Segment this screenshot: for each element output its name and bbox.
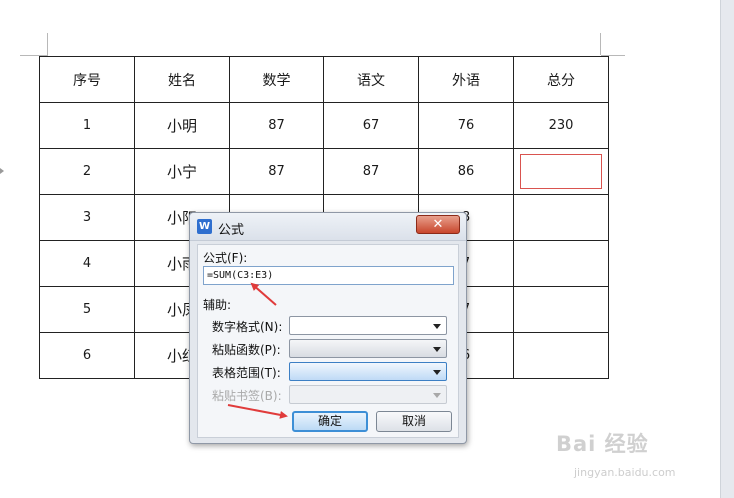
close-button[interactable]: ✕: [416, 215, 460, 234]
dialog-title: 公式: [218, 223, 245, 238]
ok-button[interactable]: 确定: [292, 411, 368, 432]
table-cell[interactable]: [513, 240, 609, 287]
table-cell[interactable]: 小宁: [134, 148, 230, 195]
table-cell[interactable]: 87: [323, 148, 419, 195]
paste-function-select[interactable]: [289, 339, 447, 358]
table-row: 2 小宁 87 87 86: [39, 148, 609, 195]
header-cell[interactable]: 外语: [418, 56, 514, 103]
paste-bookmark-label: 粘贴书签(B):: [212, 389, 282, 403]
dropdown-arrow-icon: [433, 347, 441, 352]
page-corner-mark-left-v: [47, 33, 48, 55]
table-cell[interactable]: 5: [39, 286, 135, 333]
cancel-button[interactable]: 取消: [376, 411, 452, 432]
table-cell[interactable]: 3: [39, 194, 135, 241]
watermark-url: jingyan.baidu.com: [574, 466, 676, 479]
number-format-select[interactable]: [289, 316, 447, 335]
dialog-body: 公式(F): =SUM(C3:E3) 辅助: 数字格式(N): 粘贴函数(P):…: [197, 244, 459, 438]
table-range-select[interactable]: [289, 362, 447, 381]
watermark-logo: Bai 经验: [556, 432, 649, 456]
total-cell-active[interactable]: [513, 148, 609, 195]
formula-input[interactable]: =SUM(C3:E3): [203, 266, 454, 285]
active-cell-highlight: [520, 154, 602, 189]
table-cell[interactable]: 230: [513, 102, 609, 149]
table-cell[interactable]: 小明: [134, 102, 230, 149]
header-cell[interactable]: 数学: [229, 56, 324, 103]
table-cell[interactable]: 6: [39, 332, 135, 379]
dropdown-arrow-icon: [433, 370, 441, 375]
row-marker-icon: [0, 168, 4, 174]
table-cell[interactable]: 87: [229, 148, 324, 195]
formula-label: 公式(F):: [203, 251, 248, 265]
table-cell[interactable]: 4: [39, 240, 135, 287]
dialog-titlebar[interactable]: W 公式 ✕: [190, 213, 466, 241]
paste-bookmark-select: [289, 385, 447, 404]
table-cell[interactable]: 1: [39, 102, 135, 149]
table-cell[interactable]: [513, 286, 609, 333]
table-cell[interactable]: 2: [39, 148, 135, 195]
table-header-row: 序号 姓名 数学 语文 外语 总分: [39, 56, 609, 103]
formula-dialog: W 公式 ✕ 公式(F): =SUM(C3:E3) 辅助: 数字格式(N): 粘…: [189, 212, 467, 444]
number-format-label: 数字格式(N):: [212, 320, 283, 334]
dropdown-arrow-icon: [433, 393, 441, 398]
paste-function-label: 粘贴函数(P):: [212, 343, 281, 357]
header-cell[interactable]: 总分: [513, 56, 609, 103]
table-cell[interactable]: 76: [418, 102, 514, 149]
wps-writer-icon: W: [197, 219, 212, 234]
header-cell[interactable]: 姓名: [134, 56, 230, 103]
table-cell[interactable]: 87: [229, 102, 324, 149]
aux-label: 辅助:: [203, 298, 232, 312]
table-range-label: 表格范围(T):: [212, 366, 281, 380]
dropdown-arrow-icon: [433, 324, 441, 329]
table-cell[interactable]: 67: [323, 102, 419, 149]
header-cell[interactable]: 语文: [323, 56, 419, 103]
table-cell[interactable]: [513, 332, 609, 379]
table-cell[interactable]: [513, 194, 609, 241]
page-corner-mark-right-v: [600, 33, 601, 55]
window-scrollbar-area[interactable]: [720, 0, 734, 498]
header-cell[interactable]: 序号: [39, 56, 135, 103]
table-row: 1 小明 87 67 76 230: [39, 102, 609, 149]
table-cell[interactable]: 86: [418, 148, 514, 195]
